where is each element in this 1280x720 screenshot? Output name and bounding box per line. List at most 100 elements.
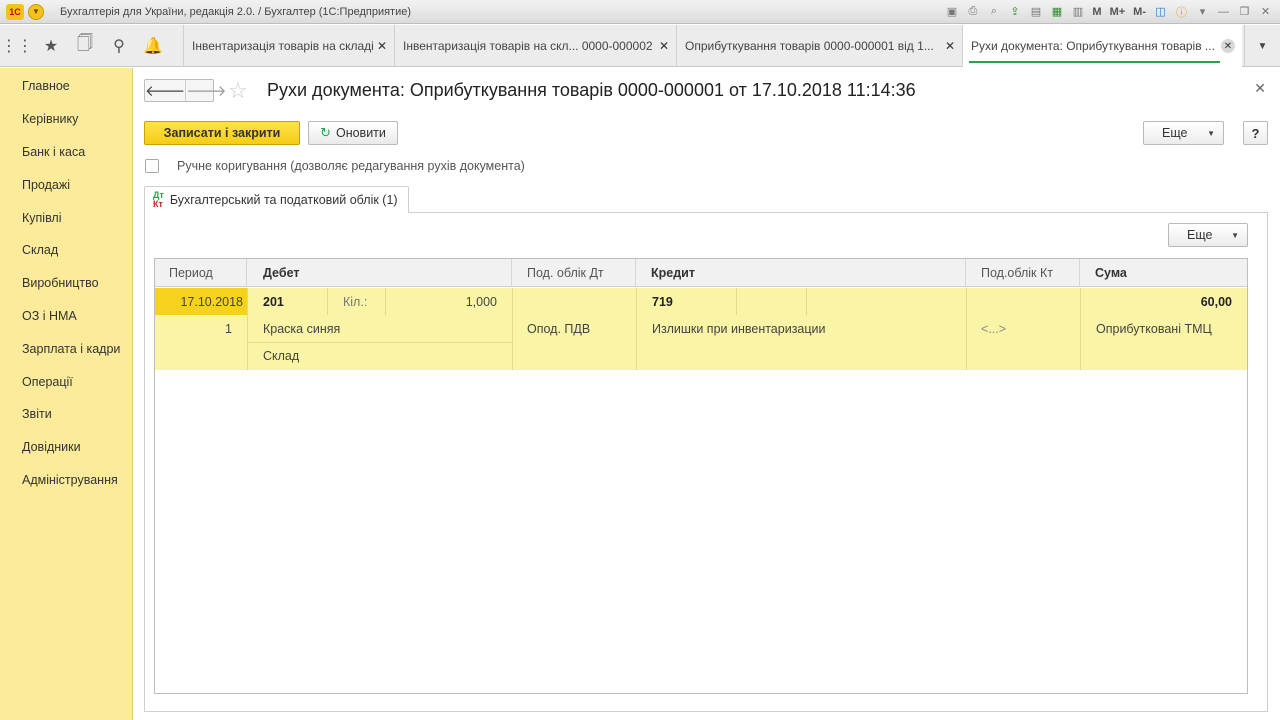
col-tax-dt[interactable]: Под. облік Дт [512,259,636,287]
chevron-down-icon: ▼ [1207,128,1215,138]
close-icon[interactable]: ✕ [659,39,669,53]
print-icon[interactable]: ⎙ [964,3,981,20]
minimize-icon[interactable]: — [1215,3,1232,20]
cell-credit-account[interactable]: 719 [652,288,673,315]
sidebar-item-payroll[interactable]: Зарплата і кадри [0,332,132,365]
favorites-star-icon[interactable]: ★ [34,25,68,67]
preview-icon[interactable]: ⌕ [985,3,1002,20]
movements-table: Период Дебет Под. облік Дт Кредит Под.об… [154,258,1248,694]
cell-debit-subconto-1[interactable]: Краска синяя [263,315,340,342]
cell-period[interactable]: 17.10.2018 [155,288,243,315]
forward-arrow-icon[interactable]: 🡒 [185,80,226,101]
sidebar-item-bank-cash[interactable]: Банк і каса [0,136,132,169]
close-form-icon[interactable]: ✕ [1254,80,1266,97]
col-debit[interactable]: Дебет [247,259,512,287]
history-icon[interactable]: 🗍 [68,25,102,67]
cell-qty-value[interactable]: 1,000 [385,288,497,315]
table-header: Период Дебет Под. облік Дт Кредит Под.об… [155,259,1247,287]
refresh-label: Оновити [335,126,386,140]
refresh-button[interactable]: ↻ Оновити [308,121,398,145]
calc-icon[interactable]: ▦ [1048,3,1065,20]
more-label: Еще [1162,126,1188,140]
memory-plus-button[interactable]: M+ [1108,3,1128,20]
manual-edit-checkbox[interactable] [145,159,159,173]
main-menu-icon[interactable]: ▼ [28,3,44,20]
info-icon[interactable]: ⓘ [1173,3,1190,20]
col-tax-kt[interactable]: Под.облік Кт [966,259,1080,287]
cell-sum-description[interactable]: Оприбутковані ТМЦ [1096,315,1212,342]
sidebar-item-sales[interactable]: Продажі [0,168,132,201]
close-icon[interactable]: ✕ [377,39,387,53]
upload-icon[interactable]: ⇪ [1006,3,1023,20]
tab-panel: Еще ▼ Период Дебет Под. облік Дт Кредит … [144,212,1268,712]
save-icon[interactable]: ▣ [943,3,960,20]
refresh-icon: ↻ [320,125,331,140]
cell-debit-subconto-2[interactable]: Склад [263,342,299,369]
sidebar-item-operations[interactable]: Операції [0,365,132,398]
more-label: Еще [1187,228,1213,242]
tab-inventory-1[interactable]: Інвентаризація товарів на складі ✕ [183,25,394,67]
calendar-icon[interactable]: ▥ [1069,3,1086,20]
app-logo-icon: 1С [6,3,24,20]
close-icon[interactable]: ✕ [1221,39,1235,53]
accounting-dt-kt-icon: Дт Кт [153,190,164,209]
tab-label: Бухгалтерський та податковий облік (1) [169,193,398,207]
cell-line-number: 1 [225,321,232,336]
more-actions-button[interactable]: Еще ▼ [1143,121,1224,145]
cell-qty-label: Кіл.: [343,294,368,309]
sidebar-item-production[interactable]: Виробництво [0,267,132,300]
chevron-down-icon: ▼ [1231,230,1239,240]
tab-label: Інвентаризація товарів на скл... 0000-00… [403,39,653,53]
chevron-down-icon[interactable]: ▾ [1194,3,1211,20]
help-button[interactable]: ? [1243,121,1268,145]
panel-icons: ⋮⋮ ★ 🗍 ⚲ 🔔 [0,25,183,66]
sidebar-item-warehouse[interactable]: Склад [0,234,132,267]
tab-label: Інвентаризація товарів на складі [192,39,374,53]
favorite-star-icon[interactable]: ☆ [228,78,248,104]
memory-minus-button[interactable]: M- [1131,3,1148,20]
table-more-button[interactable]: Еще ▼ [1168,223,1248,247]
sidebar-item-main[interactable]: Главное [0,70,132,103]
doc-icon[interactable]: ▤ [1027,3,1044,20]
tab-accounting-tax[interactable]: Дт Кт Бухгалтерський та податковий облік … [144,186,409,213]
cell-tax-kt[interactable]: <...> [981,315,1006,342]
back-arrow-icon[interactable]: 🡐 [145,80,185,101]
close-window-icon[interactable]: ✕ [1257,3,1274,20]
tab-posting[interactable]: Оприбуткування товарів 0000-000001 від 1… [676,25,962,67]
tab-label: Рухи документа: Оприбуткування товарів .… [971,39,1215,53]
manual-edit-label: Ручне коригування (дозволяє редагування … [177,159,525,173]
sidebar-item-administration[interactable]: Адміністрування [0,464,132,497]
cell-credit-subconto-1[interactable]: Излишки при инвентаризации [652,315,826,342]
page-title: Рухи документа: Оприбуткування товарів 0… [267,80,916,100]
close-icon[interactable]: ✕ [945,39,955,53]
sidebar-item-purchases[interactable]: Купівлі [0,201,132,234]
cell-sum[interactable]: 60,00 [1080,288,1232,315]
history-navigation: 🡐 🡒 [144,79,226,102]
section-sidebar: Главное Керівнику Банк і каса Продажі Ку… [0,68,133,720]
notifications-bell-icon[interactable]: 🔔 [136,25,170,67]
cell-debit-account[interactable]: 201 [263,288,284,315]
tab-document-movements[interactable]: Рухи документа: Оприбуткування товарів .… [962,25,1242,67]
search-icon[interactable]: ⚲ [102,25,136,67]
restore-icon[interactable]: ❐ [1236,3,1253,20]
sidebar-item-fixed-assets[interactable]: ОЗ і НМА [0,300,132,333]
apps-grid-icon[interactable]: ⋮⋮ [0,25,34,67]
document-movements-form: 🡐 🡒 ☆ Рухи документа: Оприбуткування тов… [134,68,1280,720]
tabs-dropdown-icon[interactable]: ▼ [1244,25,1280,67]
title-toolbar: ▣ ⎙ ⌕ ⇪ ▤ ▦ ▥ M M+ M- ◫ ⓘ ▾ — ❐ ✕ [943,3,1274,20]
tab-bar: ⋮⋮ ★ 🗍 ⚲ 🔔 Інвентаризація товарів на скл… [0,25,1280,67]
save-and-close-button[interactable]: Записати і закрити [144,121,300,145]
col-period[interactable]: Период [155,259,247,287]
sidebar-item-reports[interactable]: Звіти [0,398,132,431]
tab-inventory-2[interactable]: Інвентаризація товарів на скл... 0000-00… [394,25,676,67]
sidebar-item-catalogs[interactable]: Довідники [0,431,132,464]
col-credit[interactable]: Кредит [636,259,966,287]
title-bar: 1С ▼ Бухгалтерія для України, редакція 2… [0,0,1280,24]
cell-tax-dt[interactable]: Опод. ПДВ [527,315,590,342]
col-sum[interactable]: Сума [1080,259,1247,287]
table-row[interactable]: 17.10.2018 1 201 Кіл.: 1,000 Краска синя… [155,288,1247,370]
manual-edit-row: Ручне коригування (дозволяє редагування … [145,159,525,173]
memory-m-button[interactable]: M [1090,3,1103,20]
sidebar-item-manager[interactable]: Керівнику [0,103,132,136]
panels-icon[interactable]: ◫ [1152,3,1169,20]
